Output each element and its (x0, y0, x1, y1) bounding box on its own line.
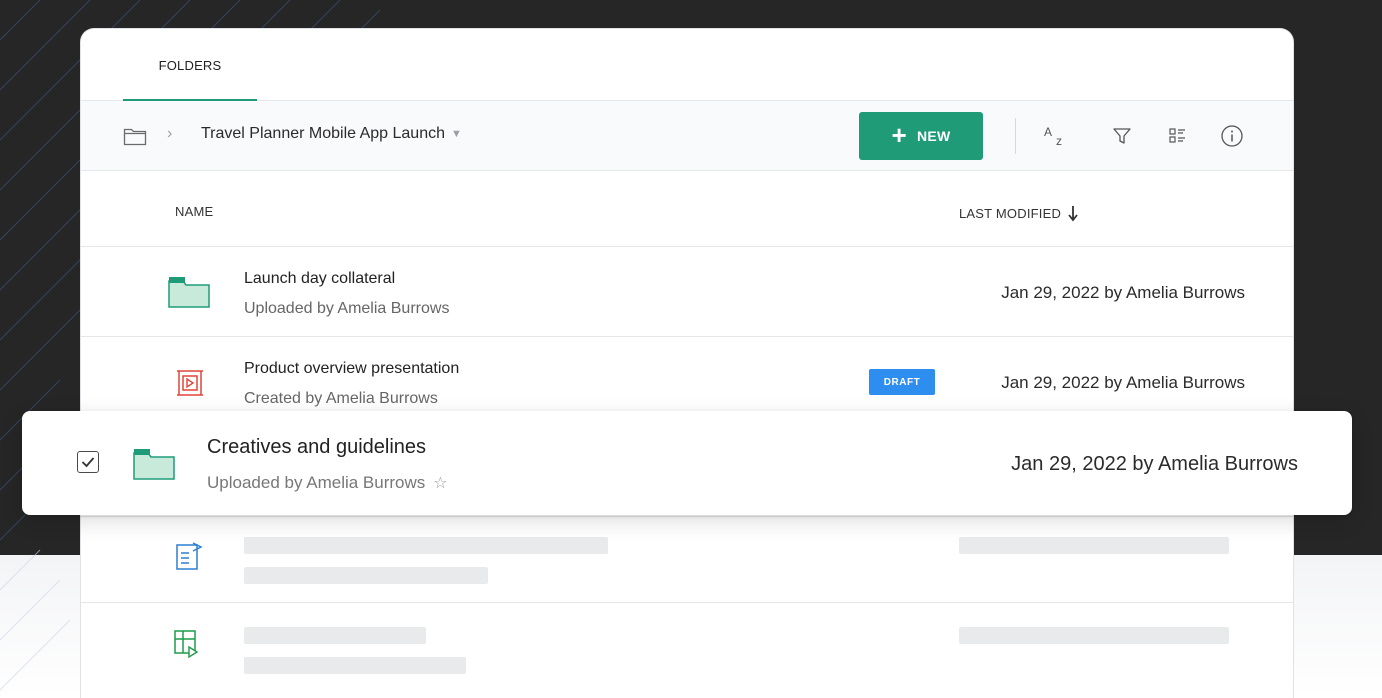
row-title: Launch day collateral (244, 270, 396, 287)
skeleton-date (959, 537, 1229, 554)
row-subtitle: Uploaded by Amelia Burrows (207, 473, 426, 492)
draft-badge: DRAFT (869, 369, 935, 395)
svg-text:z: z (1056, 134, 1062, 147)
tab-bar: FOLDERS (81, 29, 1293, 102)
folder-icon (132, 447, 176, 488)
chevron-right-icon: › (167, 125, 173, 142)
row-title: Product overview presentation (244, 360, 460, 377)
row-modified: Jan 29, 2022 by Amelia Burrows (1011, 453, 1298, 475)
plus-icon: + (891, 120, 907, 150)
row-subtitle: Created by Amelia Burrows (244, 390, 438, 407)
row-checkbox[interactable] (77, 451, 99, 473)
star-icon[interactable]: ☆ (433, 473, 447, 493)
spreadsheet-icon (167, 625, 211, 670)
files-panel: FOLDERS › Travel Planner Mobile App Laun… (80, 28, 1294, 698)
skeleton-date (959, 627, 1229, 644)
skeleton-subtitle (244, 567, 488, 584)
row-subtitle: Uploaded by Amelia Burrows (244, 300, 450, 317)
caret-down-icon: ▼ (451, 128, 462, 140)
document-icon (167, 539, 211, 580)
column-name[interactable]: NAME (175, 204, 213, 219)
filter-icon[interactable] (1105, 119, 1139, 153)
skeleton-title (244, 627, 426, 644)
column-last-modified-label: LAST MODIFIED (959, 205, 1062, 221)
folder-icon (167, 275, 211, 316)
new-button[interactable]: + NEW (859, 112, 983, 160)
placeholder-row (81, 517, 1293, 603)
skeleton-title (244, 537, 608, 554)
placeholder-row (81, 603, 1293, 693)
tab-folders[interactable]: FOLDERS (123, 29, 257, 102)
view-options-icon[interactable] (1161, 119, 1195, 153)
sort-az-icon[interactable]: Az (1039, 119, 1073, 153)
folder-outline-icon[interactable] (123, 126, 147, 151)
sort-down-arrow-icon (1068, 206, 1078, 222)
toolbar-divider (1015, 118, 1016, 154)
row-modified: Jan 29, 2022 by Amelia Burrows (1001, 373, 1245, 392)
new-button-label: NEW (916, 128, 951, 144)
skeleton-subtitle (244, 657, 466, 674)
column-last-modified[interactable]: LAST MODIFIED (959, 204, 1079, 222)
info-icon[interactable] (1215, 119, 1249, 153)
breadcrumb[interactable]: Travel Planner Mobile App Launch ▼ (201, 125, 462, 143)
row-modified: Jan 29, 2022 by Amelia Burrows (1001, 283, 1245, 302)
row-title: Creatives and guidelines (207, 436, 427, 458)
row-subtitle-wrap: Uploaded by Amelia Burrows ☆ (207, 473, 448, 493)
selected-row[interactable]: Creatives and guidelines Uploaded by Ame… (22, 411, 1352, 515)
breadcrumb-current: Travel Planner Mobile App Launch (201, 125, 445, 142)
toolbar: › Travel Planner Mobile App Launch ▼ + N… (81, 101, 1293, 171)
svg-text:A: A (1044, 125, 1052, 139)
column-header: NAME LAST MODIFIED (81, 171, 1293, 247)
checkmark-icon (81, 457, 95, 468)
presentation-icon (167, 365, 211, 406)
table-row[interactable]: Launch day collateral Uploaded by Amelia… (81, 247, 1293, 337)
